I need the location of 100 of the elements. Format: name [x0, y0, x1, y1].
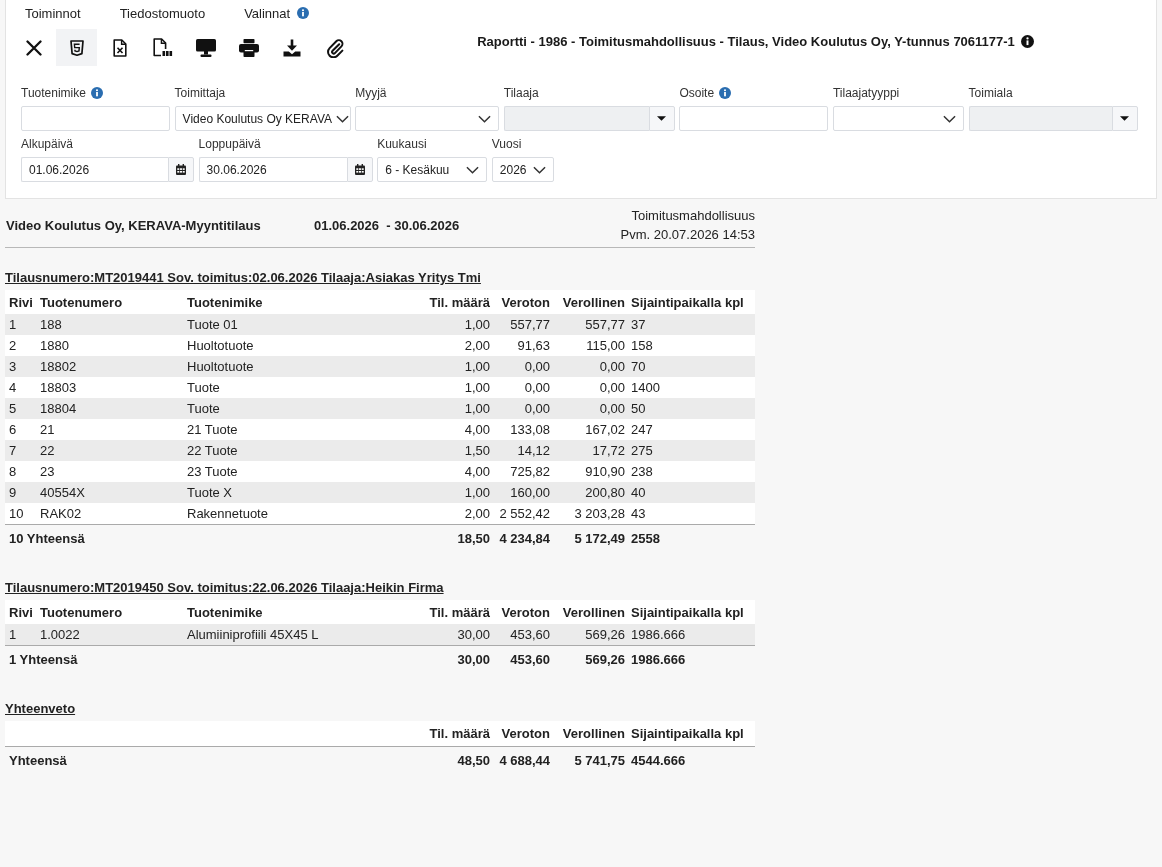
- date-field[interactable]: 30.06.2026: [198, 157, 347, 182]
- table-cell: Tuote 01: [183, 314, 422, 335]
- calendar-icon: [354, 164, 365, 175]
- total-cell: 48,50: [422, 746, 494, 773]
- chevron-down-icon: [466, 165, 480, 174]
- column-header: Sijaintipaikalla kpl: [629, 290, 755, 314]
- dropdown-field[interactable]: 6 - Kesäkuu: [377, 157, 488, 182]
- document-x-icon: [112, 38, 127, 57]
- table-cell: 2,00: [422, 503, 494, 525]
- table-cell: 0,00: [494, 398, 554, 419]
- table-cell: 0,00: [554, 377, 629, 398]
- table-cell: 3: [5, 356, 36, 377]
- table-cell: 18803: [36, 377, 183, 398]
- table-cell: 50: [629, 398, 755, 419]
- column-header: Verollinen: [554, 600, 629, 624]
- monitor-icon: [195, 38, 216, 57]
- table-cell: 167,02: [554, 419, 629, 440]
- table-cell: 14,12: [494, 440, 554, 461]
- table-cell: 17,72: [554, 440, 629, 461]
- table-cell: Tuote: [183, 377, 422, 398]
- shield-icon: [69, 39, 84, 56]
- field-label: Toimiala: [968, 86, 1013, 100]
- calendar-button[interactable]: [168, 157, 194, 182]
- calendar-button[interactable]: [346, 157, 373, 182]
- report-title: Raportti - 1986 - Toimitusmahdollisuus - Tilaus, Video Koulutus Oy, Y-tunnus 7061177-1: [477, 33, 1015, 49]
- table-cell: 5: [5, 398, 36, 419]
- table-cell: 22: [36, 440, 183, 461]
- menu-item[interactable]: Valinnat: [244, 5, 291, 21]
- table-cell: 40: [629, 482, 755, 503]
- table-cell: 2,00: [422, 335, 494, 356]
- total-cell: 1986.666: [629, 645, 755, 672]
- dropdown-field[interactable]: Video Koulutus Oy KERAVA: [174, 106, 351, 131]
- close-icon: [25, 39, 42, 56]
- table-cell: 158: [629, 335, 755, 356]
- menu-item[interactable]: Tiedostomuoto: [119, 5, 206, 21]
- column-header: Veroton: [494, 290, 554, 314]
- table-cell: 133,08: [494, 419, 554, 440]
- field-label: Tilaaja: [503, 86, 539, 100]
- total-label: Yhteensä: [5, 746, 422, 773]
- table-cell: 37: [629, 314, 755, 335]
- table-cell: 1.0022: [36, 624, 183, 646]
- print-date: Pvm. 20.07.2026 14:53: [620, 226, 755, 244]
- dropdown-button[interactable]: [1111, 106, 1138, 131]
- field-label: Tilaajatyyppi: [832, 86, 900, 100]
- field-label: Loppupäivä: [198, 137, 261, 151]
- table-cell: Tuote: [183, 398, 422, 419]
- table-cell: RAK02: [36, 503, 183, 525]
- dropdown-field[interactable]: [355, 106, 500, 131]
- table-cell: 0,00: [494, 377, 554, 398]
- column-header: Veroton: [494, 721, 554, 747]
- table-cell: 30,00: [422, 624, 494, 646]
- table-cell: 569,26: [554, 624, 629, 646]
- field-label: Kuukausi: [377, 137, 427, 151]
- table-cell: Alumiiniprofiili 45X45 L: [183, 624, 422, 646]
- text-field[interactable]: [679, 106, 829, 131]
- total-cell: 5 741,75: [554, 746, 629, 773]
- column-header: Rivi: [5, 290, 36, 314]
- table-cell: 2: [5, 335, 36, 356]
- table-cell: 1986.666: [629, 624, 755, 646]
- table-cell: 18802: [36, 356, 183, 377]
- table-cell: 10: [5, 503, 36, 525]
- text-field[interactable]: [21, 106, 170, 131]
- table-cell: 1,00: [422, 482, 494, 503]
- column-header: Tuotenumero: [36, 290, 183, 314]
- table-cell: 4,00: [422, 461, 494, 482]
- column-header: Veroton: [494, 600, 554, 624]
- table-cell: 1,00: [422, 377, 494, 398]
- column-header: Tuotenumero: [36, 600, 183, 624]
- field-label: Tuotenimike: [21, 86, 86, 100]
- menu-item[interactable]: Toiminnot: [25, 5, 81, 21]
- field-label: Vuosi: [491, 137, 522, 151]
- column-header: Sijaintipaikalla kpl: [629, 721, 755, 747]
- total-cell: 453,60: [494, 645, 554, 672]
- table-cell: 8: [5, 461, 36, 482]
- paperclip-icon: [325, 37, 344, 58]
- html-export-button[interactable]: [56, 29, 97, 66]
- table-cell: 40554X: [36, 482, 183, 503]
- table-cell: 188: [36, 314, 183, 335]
- total-label: 10 Yhteensä: [5, 524, 422, 551]
- table-cell: 238: [629, 461, 755, 482]
- table-cell: 1880: [36, 335, 183, 356]
- table-cell: 0,00: [554, 398, 629, 419]
- field-label: Osoite: [679, 86, 715, 100]
- total-label: 1 Yhteensä: [5, 645, 422, 672]
- field-label: Myyjä: [355, 86, 387, 100]
- table-cell: 43: [629, 503, 755, 525]
- table-cell: 9: [5, 482, 36, 503]
- dropdown-button[interactable]: [648, 106, 675, 131]
- order-heading: Tilausnumero:MT2019441 Sov. toimitus:02.06.2026 Tilaaja:Asiakas Yritys Tmi: [5, 269, 482, 286]
- column-header: Sijaintipaikalla kpl: [629, 600, 755, 624]
- table-cell: 0,00: [494, 356, 554, 377]
- report-company: Video Koulutus Oy, KERAVA-Myyntitilaus: [5, 217, 262, 233]
- date-field[interactable]: 01.06.2026: [21, 157, 168, 182]
- column-header: Tuotenimike: [183, 290, 422, 314]
- caret-down-icon: [1120, 116, 1130, 121]
- dropdown-field[interactable]: [832, 106, 964, 131]
- table-cell: 275: [629, 440, 755, 461]
- table-cell: 1,00: [422, 356, 494, 377]
- dropdown-field[interactable]: 2026: [491, 157, 554, 182]
- report-type: Toimitusmahdollisuus: [631, 207, 755, 225]
